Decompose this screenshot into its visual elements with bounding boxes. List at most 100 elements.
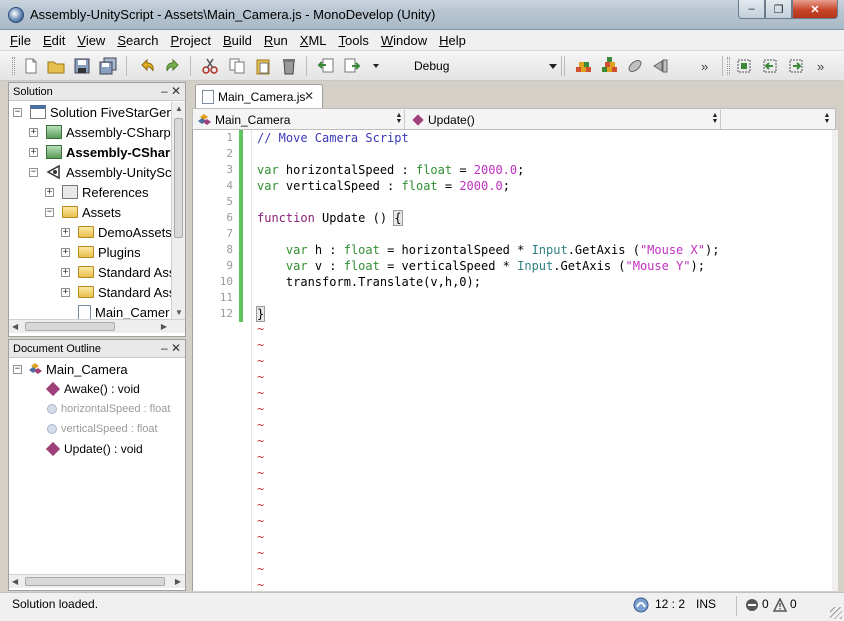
expand-icon[interactable]: + bbox=[29, 147, 38, 157]
menu-tools[interactable]: Tools bbox=[339, 33, 369, 48]
solution-tree-item[interactable]: + Assembly-CSharp bbox=[29, 142, 178, 162]
solution-icon bbox=[30, 105, 46, 119]
attach-debugger-icon[interactable] bbox=[626, 57, 644, 75]
solution-tree-item[interactable]: + References bbox=[45, 182, 148, 202]
maximize-button[interactable]: ❐ bbox=[765, 0, 792, 19]
minimize-button[interactable]: ‒ bbox=[738, 0, 765, 19]
save-icon[interactable] bbox=[73, 57, 91, 75]
tab-main-camera[interactable]: Main_Camera.js ✕ bbox=[195, 84, 323, 108]
expand-icon[interactable]: + bbox=[61, 247, 70, 257]
editor-vertical-scrollbar[interactable] bbox=[832, 130, 838, 591]
error-icon[interactable] bbox=[745, 598, 759, 612]
scroll-down-icon[interactable]: ▼ bbox=[175, 308, 183, 317]
expand-icon[interactable]: + bbox=[45, 187, 54, 197]
rebuild-icon[interactable] bbox=[600, 57, 618, 75]
collapse-icon[interactable]: − bbox=[45, 207, 54, 217]
collapse-icon[interactable]: − bbox=[13, 364, 22, 374]
expand-icon[interactable]: + bbox=[61, 267, 70, 277]
expand-icon[interactable]: + bbox=[61, 287, 70, 297]
delete-icon[interactable] bbox=[280, 57, 298, 75]
member-selector[interactable]: Update() ▲ ▼ bbox=[411, 110, 721, 129]
scrollbar-thumb[interactable] bbox=[25, 577, 165, 586]
outline-member[interactable]: Awake() : void bbox=[45, 379, 140, 399]
outline-member[interactable]: Update() : void bbox=[45, 439, 143, 459]
build-status-icon[interactable] bbox=[633, 597, 649, 613]
code-line-1[interactable]: // Move Camera Script bbox=[257, 130, 409, 146]
menu-edit[interactable]: Edit bbox=[43, 33, 65, 48]
configuration-select[interactable]: Debug bbox=[406, 56, 562, 76]
toggle-bookmark-icon[interactable] bbox=[735, 57, 753, 75]
warning-icon[interactable] bbox=[773, 598, 787, 612]
code-line-12[interactable]: } bbox=[255, 306, 266, 322]
resize-grip[interactable] bbox=[830, 607, 842, 619]
menu-xml[interactable]: XML bbox=[300, 33, 327, 48]
expand-icon[interactable]: + bbox=[61, 227, 70, 237]
solution-tree-item[interactable]: + Standard Ass bbox=[61, 282, 175, 302]
code-line-6[interactable]: function Update () { bbox=[257, 210, 403, 226]
panel-controls[interactable]: ‒ ✕ bbox=[161, 341, 181, 355]
code-line-4[interactable]: var verticalSpeed : float = 2000.0; bbox=[257, 178, 510, 194]
class-selector[interactable]: Main_Camera ▲ ▼ bbox=[197, 110, 405, 129]
new-file-icon[interactable] bbox=[22, 57, 40, 75]
monodevelop-icon bbox=[8, 7, 24, 23]
solution-tree-item[interactable]: + Standard Ass bbox=[61, 262, 175, 282]
menu-run[interactable]: Run bbox=[264, 33, 288, 48]
toolbar-grip[interactable] bbox=[727, 57, 730, 75]
scroll-up-icon[interactable]: ▲ bbox=[175, 104, 183, 113]
region-selector[interactable]: ▲ ▼ bbox=[727, 110, 833, 129]
code-line-9[interactable]: var v : float = verticalSpeed * Input.Ge… bbox=[257, 258, 705, 274]
scroll-left-icon[interactable]: ◀ bbox=[12, 577, 18, 586]
previous-bookmark-icon[interactable] bbox=[761, 57, 779, 75]
menu-build[interactable]: Build bbox=[223, 33, 252, 48]
menu-search[interactable]: Search bbox=[117, 33, 158, 48]
toolbar-overflow[interactable]: » bbox=[817, 59, 824, 74]
copy-icon[interactable] bbox=[228, 57, 246, 75]
menu-help[interactable]: Help bbox=[439, 33, 466, 48]
scroll-left-icon[interactable]: ◀ bbox=[12, 322, 18, 331]
collapse-icon[interactable]: − bbox=[29, 167, 38, 177]
menu-project[interactable]: Project bbox=[171, 33, 211, 48]
outline-horizontal-scrollbar[interactable]: ◀ ▶ bbox=[9, 574, 185, 588]
forward-icon[interactable] bbox=[343, 57, 361, 75]
menu-window[interactable]: Window bbox=[381, 33, 427, 48]
code-line-8[interactable]: var h : float = horizontalSpeed * Input.… bbox=[257, 242, 720, 258]
solution-tree-item[interactable]: − Solution FiveStarGen bbox=[13, 102, 174, 122]
menu-view[interactable]: View bbox=[77, 33, 105, 48]
solution-tree-item[interactable]: + Plugins bbox=[61, 242, 141, 262]
close-button[interactable]: ✕ bbox=[792, 0, 838, 19]
undo-icon[interactable] bbox=[138, 57, 156, 75]
redo-icon[interactable] bbox=[164, 57, 182, 75]
outline-member[interactable]: horizontalSpeed : float bbox=[45, 399, 170, 419]
outline-class[interactable]: − Main_Camera bbox=[13, 359, 128, 379]
solution-horizontal-scrollbar[interactable]: ◀ ▶ bbox=[9, 319, 185, 333]
scrollbar-thumb[interactable] bbox=[25, 322, 115, 331]
save-all-icon[interactable] bbox=[99, 57, 117, 75]
code-line-10[interactable]: transform.Translate(v,h,0); bbox=[257, 274, 481, 290]
solution-tree-item[interactable]: + Assembly-CSharp bbox=[29, 122, 171, 142]
scroll-right-icon[interactable]: ▶ bbox=[175, 577, 181, 586]
stop-icon[interactable] bbox=[652, 57, 670, 75]
panel-controls[interactable]: ‒ ✕ bbox=[161, 84, 181, 98]
chevron-down-icon[interactable] bbox=[371, 57, 381, 75]
toolbar-grip[interactable] bbox=[12, 57, 15, 75]
scrollbar-thumb[interactable] bbox=[174, 118, 183, 238]
collapse-icon[interactable]: − bbox=[13, 107, 22, 117]
back-icon[interactable] bbox=[317, 57, 335, 75]
open-folder-icon[interactable] bbox=[47, 57, 65, 75]
expand-icon[interactable]: + bbox=[29, 127, 38, 137]
outline-member[interactable]: verticalSpeed : float bbox=[45, 419, 158, 439]
solution-tree-item[interactable]: − Assets bbox=[45, 202, 121, 222]
scroll-right-icon[interactable]: ▶ bbox=[161, 322, 167, 331]
paste-icon[interactable] bbox=[254, 57, 272, 75]
toolbar-overflow[interactable]: » bbox=[701, 59, 708, 74]
close-tab-icon[interactable]: ✕ bbox=[304, 89, 314, 103]
code-line-3[interactable]: var horizontalSpeed : float = 2000.0; bbox=[257, 162, 524, 178]
build-icon[interactable] bbox=[574, 57, 592, 75]
solution-vertical-scrollbar[interactable]: ▲ ▼ bbox=[171, 102, 185, 319]
cut-icon[interactable] bbox=[201, 57, 219, 75]
menu-file[interactable]: File bbox=[10, 33, 31, 48]
solution-tree-item[interactable]: + DemoAssets bbox=[61, 222, 172, 242]
next-bookmark-icon[interactable] bbox=[787, 57, 805, 75]
code-editor[interactable]: 1 2 3 4 5 6 7 8 9 10 11 12 // Move Camera Script va… bbox=[192, 130, 832, 591]
solution-tree-item[interactable]: − Assembly-UnitySc bbox=[29, 162, 171, 182]
